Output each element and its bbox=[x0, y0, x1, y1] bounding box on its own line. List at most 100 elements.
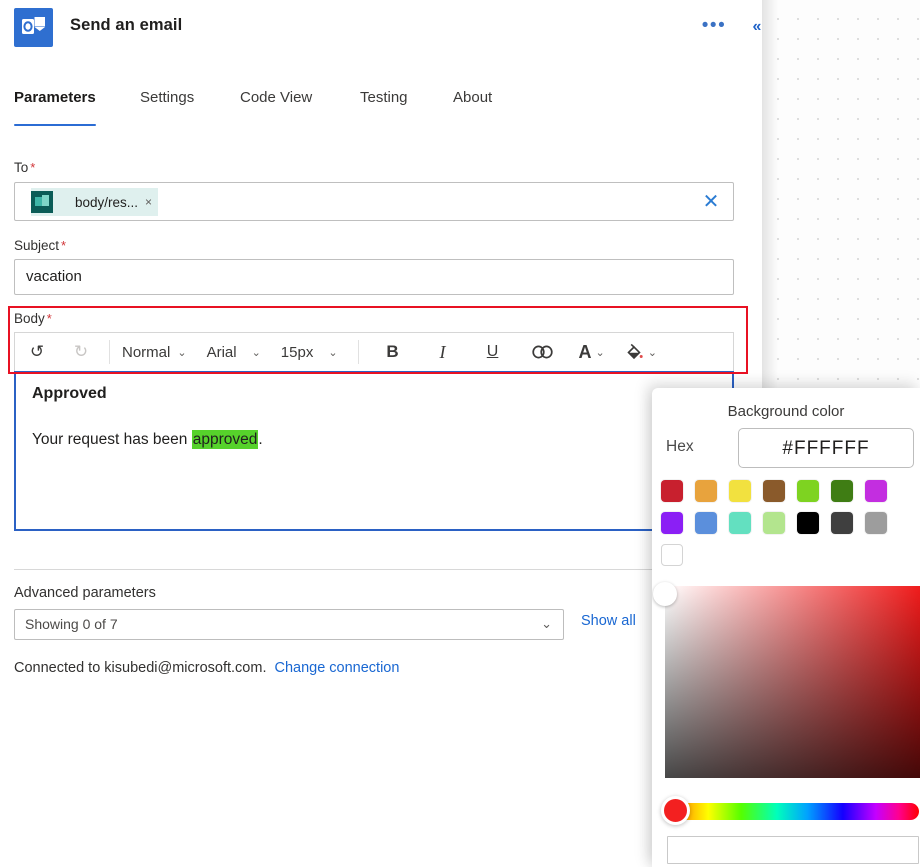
dynamic-content-icon bbox=[31, 191, 53, 213]
tab-label: Code View bbox=[240, 89, 312, 106]
color-swatch[interactable] bbox=[729, 480, 751, 502]
font-family-dropdown[interactable]: Arial ⌄ bbox=[193, 333, 267, 372]
tab-label: Testing bbox=[360, 89, 408, 106]
saturation-value-area[interactable] bbox=[665, 586, 920, 778]
advanced-parameters-dropdown[interactable]: Showing 0 of 7 ⌄ bbox=[14, 609, 564, 640]
color-swatch[interactable] bbox=[797, 512, 819, 534]
tab-parameters[interactable]: Parameters bbox=[14, 88, 96, 126]
chevron-down-icon: ⌄ bbox=[244, 346, 261, 359]
underline-button[interactable]: U bbox=[473, 333, 513, 372]
undo-icon[interactable]: ↺ bbox=[15, 333, 59, 372]
body-field-label: Body* bbox=[14, 311, 52, 326]
tab-bar: Parameters Settings Code View Testing Ab… bbox=[0, 88, 762, 128]
body-highlighted-word: approved bbox=[192, 430, 259, 449]
body-rich-text-editor[interactable]: Approved Your request has been approved. bbox=[14, 371, 734, 531]
hex-input-value: #FFFFFF bbox=[739, 438, 913, 460]
color-swatch-grid bbox=[661, 480, 920, 576]
hex-label: Hex bbox=[666, 438, 694, 456]
color-picker-title: Background color bbox=[652, 403, 920, 420]
collapse-panel-icon[interactable]: « bbox=[744, 15, 770, 41]
redo-icon[interactable]: ↻ bbox=[59, 333, 103, 372]
color-swatch[interactable] bbox=[763, 512, 785, 534]
show-all-link[interactable]: Show all bbox=[581, 613, 636, 629]
color-swatch[interactable] bbox=[695, 512, 717, 534]
connection-status: Connected to kisubedi@microsoft.com.Chan… bbox=[14, 660, 399, 676]
color-swatch[interactable] bbox=[695, 480, 717, 502]
section-divider bbox=[14, 569, 734, 570]
color-swatch[interactable] bbox=[661, 544, 683, 566]
connection-text: Connected to kisubedi@microsoft.com. bbox=[14, 660, 266, 676]
paint-bucket-icon bbox=[625, 343, 644, 362]
paragraph-style-dropdown[interactable]: Normal ⌄ bbox=[116, 333, 193, 372]
font-color-dropdown[interactable]: A ⌄ bbox=[575, 333, 609, 372]
chevron-down-icon: ⌄ bbox=[541, 616, 552, 632]
to-label-text: To bbox=[14, 160, 28, 175]
tab-label: Parameters bbox=[14, 89, 96, 106]
body-text-before: Your request has been bbox=[32, 431, 192, 448]
to-field-label: To* bbox=[14, 160, 35, 175]
clear-to-field-icon[interactable]: ✕ bbox=[699, 191, 723, 215]
required-marker: * bbox=[45, 311, 52, 326]
remove-token-icon[interactable]: × bbox=[145, 195, 152, 209]
font-color-icon: A bbox=[579, 342, 592, 363]
action-details-panel: Send an email ••• « Parameters Settings … bbox=[0, 0, 762, 867]
to-token-chip[interactable]: body/res... × bbox=[31, 188, 158, 216]
color-swatch[interactable] bbox=[831, 512, 853, 534]
tab-testing[interactable]: Testing bbox=[360, 88, 408, 126]
body-heading-text: Approved bbox=[32, 385, 107, 403]
subject-field-label: Subject* bbox=[14, 238, 66, 253]
tab-code-view[interactable]: Code View bbox=[240, 88, 312, 126]
saturation-cursor-handle[interactable] bbox=[653, 582, 677, 606]
subject-input-value[interactable]: vacation bbox=[26, 268, 82, 285]
chevron-down-icon: ⌄ bbox=[596, 346, 605, 359]
color-swatch[interactable] bbox=[865, 480, 887, 502]
required-marker: * bbox=[59, 238, 66, 253]
subject-field[interactable]: vacation bbox=[14, 259, 734, 295]
chevron-down-icon: ⌄ bbox=[177, 346, 186, 359]
font-size-value: 15px bbox=[281, 344, 314, 361]
color-swatch[interactable] bbox=[661, 480, 683, 502]
tab-settings[interactable]: Settings bbox=[140, 88, 194, 126]
panel-header: Send an email ••• « bbox=[0, 0, 762, 60]
chevron-down-icon: ⌄ bbox=[320, 346, 337, 359]
color-value-input[interactable] bbox=[667, 836, 919, 864]
font-size-dropdown[interactable]: 15px ⌄ bbox=[267, 333, 344, 372]
hue-slider-track[interactable] bbox=[665, 803, 919, 820]
tab-active-underline bbox=[14, 124, 96, 127]
to-token-label: body/res... bbox=[53, 195, 145, 210]
color-swatch[interactable] bbox=[729, 512, 751, 534]
color-swatch[interactable] bbox=[831, 480, 853, 502]
toolbar-divider bbox=[358, 340, 359, 364]
tab-label: About bbox=[453, 89, 492, 106]
more-options-icon[interactable]: ••• bbox=[700, 15, 728, 41]
bold-button[interactable]: B bbox=[373, 333, 413, 372]
body-paragraph-text: Your request has been approved. bbox=[32, 431, 263, 449]
tab-label: Settings bbox=[140, 89, 194, 106]
paragraph-style-value: Normal bbox=[122, 344, 170, 361]
advanced-parameters-label: Advanced parameters bbox=[14, 585, 156, 601]
body-text-after: . bbox=[258, 431, 262, 448]
font-family-value: Arial bbox=[207, 344, 237, 361]
subject-label-text: Subject bbox=[14, 238, 59, 253]
color-swatch[interactable] bbox=[763, 480, 785, 502]
tab-about[interactable]: About bbox=[453, 88, 492, 126]
highlight-color-dropdown[interactable]: ⌄ bbox=[621, 333, 661, 372]
link-icon[interactable] bbox=[523, 333, 563, 372]
color-swatch[interactable] bbox=[865, 512, 887, 534]
chevron-down-icon: ⌄ bbox=[648, 346, 657, 359]
change-connection-link[interactable]: Change connection bbox=[266, 660, 399, 676]
outlook-icon bbox=[14, 8, 53, 47]
color-swatch[interactable] bbox=[661, 512, 683, 534]
toolbar-divider bbox=[109, 340, 110, 364]
advanced-parameters-value: Showing 0 of 7 bbox=[25, 616, 118, 632]
required-marker: * bbox=[28, 160, 35, 175]
hue-slider-thumb[interactable] bbox=[661, 796, 690, 825]
page-title: Send an email bbox=[70, 16, 182, 35]
to-field[interactable]: body/res... × ✕ bbox=[14, 182, 734, 221]
hex-input[interactable]: #FFFFFF bbox=[738, 428, 914, 468]
body-label-text: Body bbox=[14, 311, 45, 326]
rich-text-toolbar: ↺ ↻ Normal ⌄ Arial ⌄ 15px ⌄ B I U A ⌄ bbox=[14, 332, 734, 371]
background-color-picker-popup: Background color Hex #FFFFFF bbox=[652, 388, 920, 867]
color-swatch[interactable] bbox=[797, 480, 819, 502]
italic-button[interactable]: I bbox=[423, 333, 463, 372]
